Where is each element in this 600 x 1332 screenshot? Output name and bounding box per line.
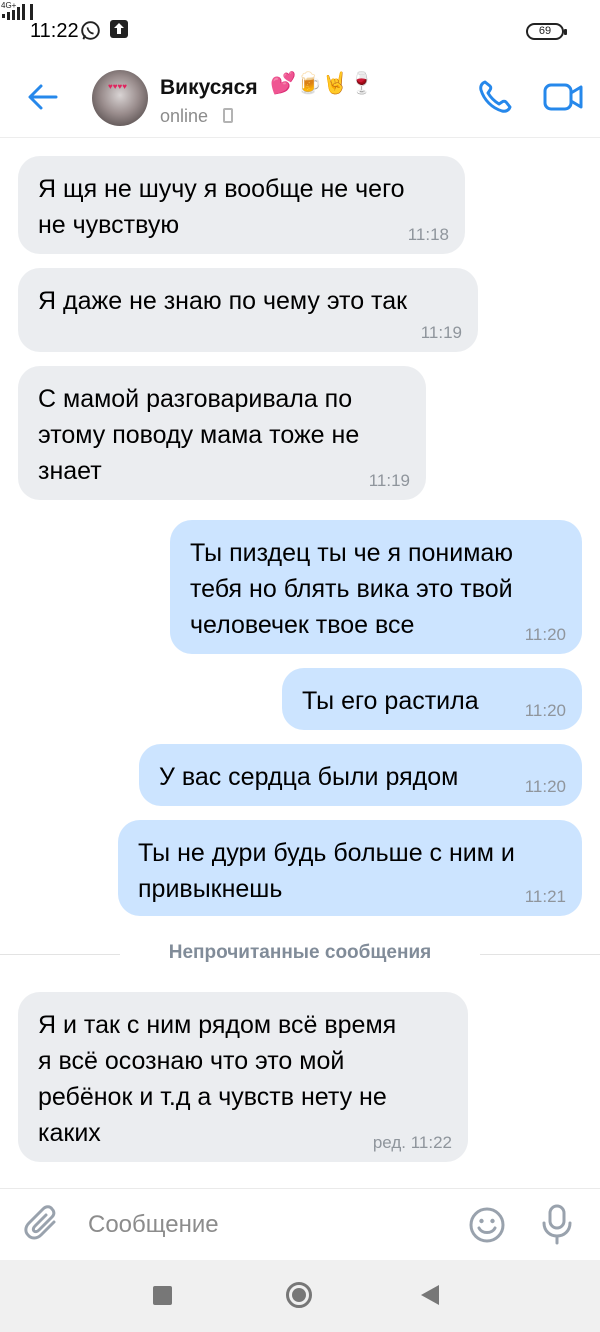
avatar-hearts-icon: ♥♥♥♥ (108, 82, 127, 91)
chat-header: ♥♥♥♥ Викусяся 💕🍺🤘🍷 online (0, 62, 600, 138)
unread-separator-label: Непрочитанные сообщения (168, 942, 432, 963)
paperclip-icon[interactable] (24, 1205, 62, 1243)
message-time: 11:20 (524, 701, 566, 720)
message-time: 11:19 (368, 471, 410, 490)
upload-icon (110, 20, 128, 38)
back-arrow-icon[interactable] (26, 80, 60, 114)
message-bubble-incoming[interactable]: Я щя не шучу я вообще не чего не чувству… (18, 156, 465, 254)
mobile-device-icon (223, 108, 233, 123)
system-navigation-bar (0, 1260, 600, 1332)
status-bar: 11:22 4G+ 69 (0, 0, 600, 62)
message-text: Ты его растила (302, 687, 479, 715)
message-text: Я щя не шучу я вообще не чего не чувству… (38, 175, 405, 239)
avatar[interactable]: ♥♥♥♥ (92, 70, 148, 126)
contact-emoji: 💕🍺🤘🍷 (270, 72, 375, 95)
message-text: У вас сердца были рядом (159, 763, 459, 791)
contact-name[interactable]: Викусяся (160, 76, 258, 100)
message-text: Я даже не знаю по чему это так (38, 287, 408, 315)
message-text: Я и так с ним рядом всё время я всё осоз… (38, 1011, 397, 1147)
message-list[interactable]: Я щя не шучу я вообще не чего не чувству… (0, 138, 600, 1188)
phone-icon[interactable] (476, 78, 514, 116)
message-composer (0, 1188, 600, 1260)
message-time: ред. 11:22 (372, 1133, 452, 1152)
message-time: 11:20 (524, 625, 566, 644)
battery-icon: 69 (526, 23, 567, 40)
nav-back-icon[interactable] (421, 1285, 439, 1305)
recent-apps-icon[interactable] (153, 1286, 172, 1305)
message-time: 11:19 (420, 323, 462, 342)
message-time: 11:21 (524, 887, 566, 906)
contact-status: online (160, 106, 209, 126)
status-time: 11:22 (30, 20, 79, 42)
network-label: 4G+ (1, 1, 17, 10)
message-text: Ты пиздец ты че я понимаю тебя но блять … (190, 539, 514, 639)
message-bubble-outgoing[interactable]: Ты пиздец ты че я понимаю тебя но блять … (170, 520, 582, 654)
message-input[interactable] (88, 1203, 448, 1247)
message-bubble-outgoing[interactable]: Ты его растила 11:20 (282, 668, 582, 730)
message-bubble-incoming[interactable]: С мамой разговаривала по этому поводу ма… (18, 366, 426, 500)
emoji-icon[interactable] (468, 1206, 506, 1244)
message-time: 11:18 (407, 225, 449, 244)
whatsapp-icon (81, 21, 100, 40)
microphone-icon[interactable] (540, 1203, 574, 1245)
home-icon[interactable] (286, 1282, 312, 1308)
message-bubble-incoming[interactable]: Я и так с ним рядом всё время я всё осоз… (18, 992, 468, 1162)
message-bubble-outgoing[interactable]: У вас сердца были рядом 11:20 (139, 744, 582, 806)
message-bubble-incoming[interactable]: Я даже не знаю по чему это так 11:19 (18, 268, 478, 352)
message-time: 11:20 (524, 777, 566, 796)
signal-icon: 4G+ (1, 1, 33, 20)
message-text: С мамой разговаривала по этому поводу ма… (38, 385, 360, 485)
message-text: Ты не дури будь больше с ним и привыкнеш… (138, 839, 515, 903)
video-camera-icon[interactable] (542, 78, 584, 116)
message-bubble-outgoing[interactable]: Ты не дури будь больше с ним и привыкнеш… (118, 820, 582, 916)
unread-separator: Непрочитанные сообщения (0, 940, 600, 968)
